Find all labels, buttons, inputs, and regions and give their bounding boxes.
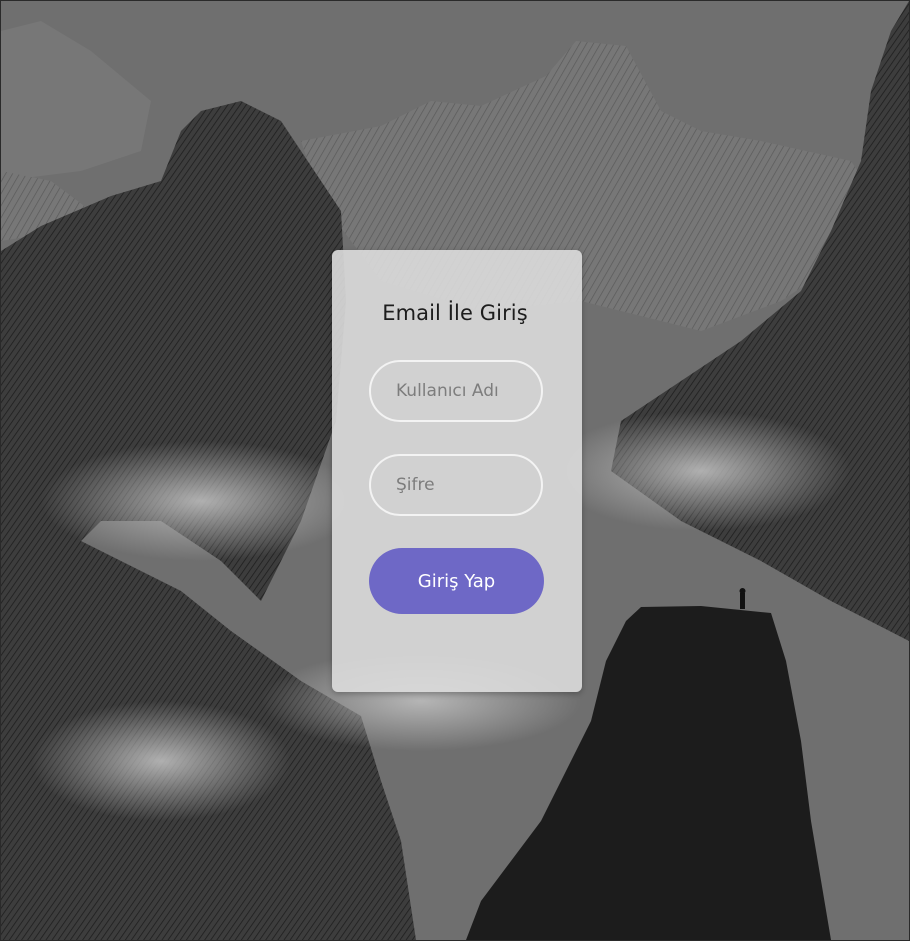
login-button[interactable]: Giriş Yap xyxy=(369,548,544,614)
login-title: Email İle Giriş xyxy=(382,301,528,325)
username-input[interactable] xyxy=(369,360,543,422)
password-input[interactable] xyxy=(369,454,543,516)
